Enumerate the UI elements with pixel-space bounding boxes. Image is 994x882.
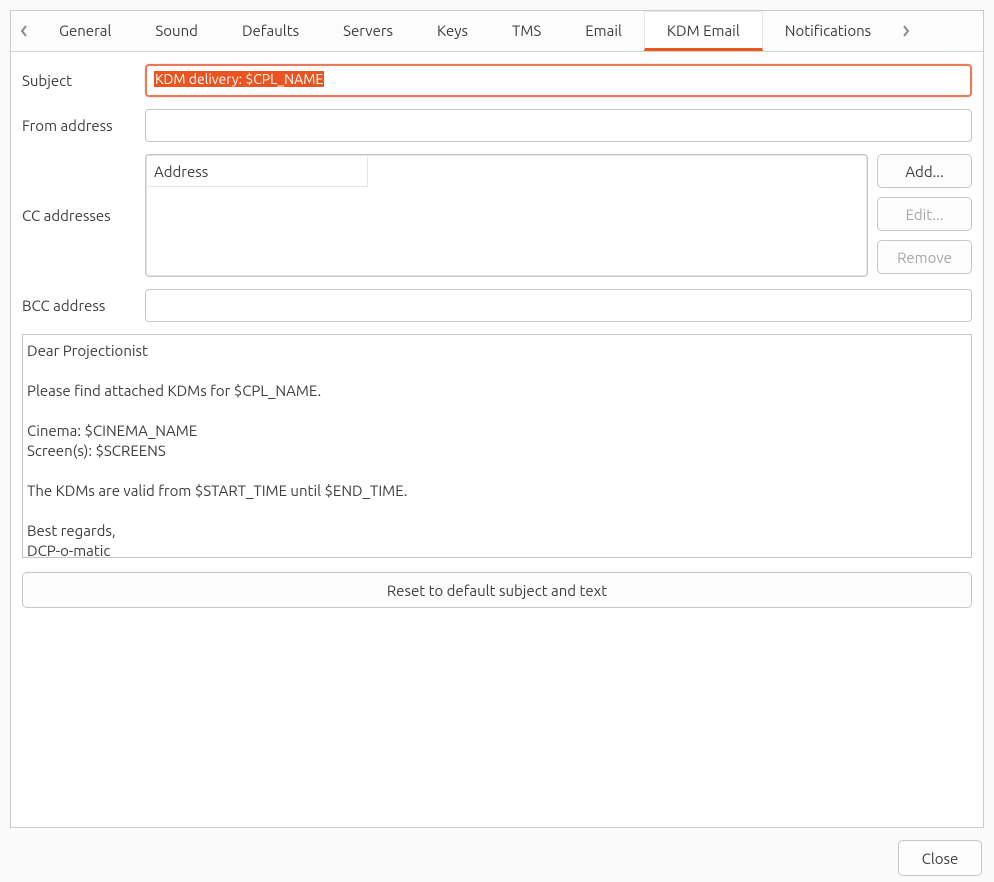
subject-label: Subject [22,72,145,89]
cc-buttons: Add... Edit... Remove [877,154,972,277]
tab-notifications[interactable]: Notifications [763,11,893,51]
subject-value: KDM delivery: $CPL_NAME [154,71,324,87]
cc-address-list[interactable]: Address [145,154,868,277]
tab-label: Keys [437,22,468,39]
tab-sound[interactable]: Sound [133,11,220,51]
tab-tms[interactable]: TMS [490,11,563,51]
tab-general[interactable]: General [37,11,133,51]
cc-cluster: Address Add... Edit... Remove [145,154,972,277]
tab-label: Email [585,22,622,39]
tab-label: Sound [155,22,198,39]
tab-servers[interactable]: Servers [321,11,415,51]
reset-button[interactable]: Reset to default subject and text [22,572,972,608]
tab-kdm-email[interactable]: KDM Email [644,11,763,51]
dialog-footer: Close [10,828,984,876]
from-row: From address [22,109,972,142]
close-button[interactable]: Close [898,840,982,876]
tab-label: Defaults [242,22,299,39]
tab-scroll-right[interactable] [893,11,919,51]
tab-email[interactable]: Email [563,11,644,51]
cc-header-address[interactable]: Address [148,157,368,187]
tab-label: General [59,22,111,39]
preferences-notebook: General Sound Defaults Servers Keys TMS … [10,10,984,828]
tab-keys[interactable]: Keys [415,11,490,51]
tab-scroll-left[interactable] [11,11,37,51]
cc-row: CC addresses Address Add... Edit... Remo… [22,154,972,277]
preferences-window: General Sound Defaults Servers Keys TMS … [0,0,994,882]
tab-defaults[interactable]: Defaults [220,11,321,51]
email-body-textarea[interactable]: Dear Projectionist Please find attached … [22,334,972,558]
bcc-row: BCC address [22,289,972,322]
tab-label: KDM Email [667,22,740,39]
bcc-label: BCC address [22,297,145,314]
cc-remove-button: Remove [877,240,972,274]
subject-row: Subject KDM delivery: $CPL_NAME [22,64,972,97]
tab-label: TMS [512,22,541,39]
tab-label: Notifications [785,22,871,39]
bcc-input[interactable] [145,289,972,322]
tab-bar: General Sound Defaults Servers Keys TMS … [11,11,983,52]
cc-list-header: Address [148,157,865,187]
from-input[interactable] [145,109,972,142]
cc-label: CC addresses [22,207,145,224]
tab-label: Servers [343,22,393,39]
cc-edit-button: Edit... [877,197,972,231]
subject-input[interactable]: KDM delivery: $CPL_NAME [145,64,972,97]
cc-add-button[interactable]: Add... [877,154,972,188]
kdm-email-page: Subject KDM delivery: $CPL_NAME From add… [11,52,983,827]
from-label: From address [22,117,145,134]
